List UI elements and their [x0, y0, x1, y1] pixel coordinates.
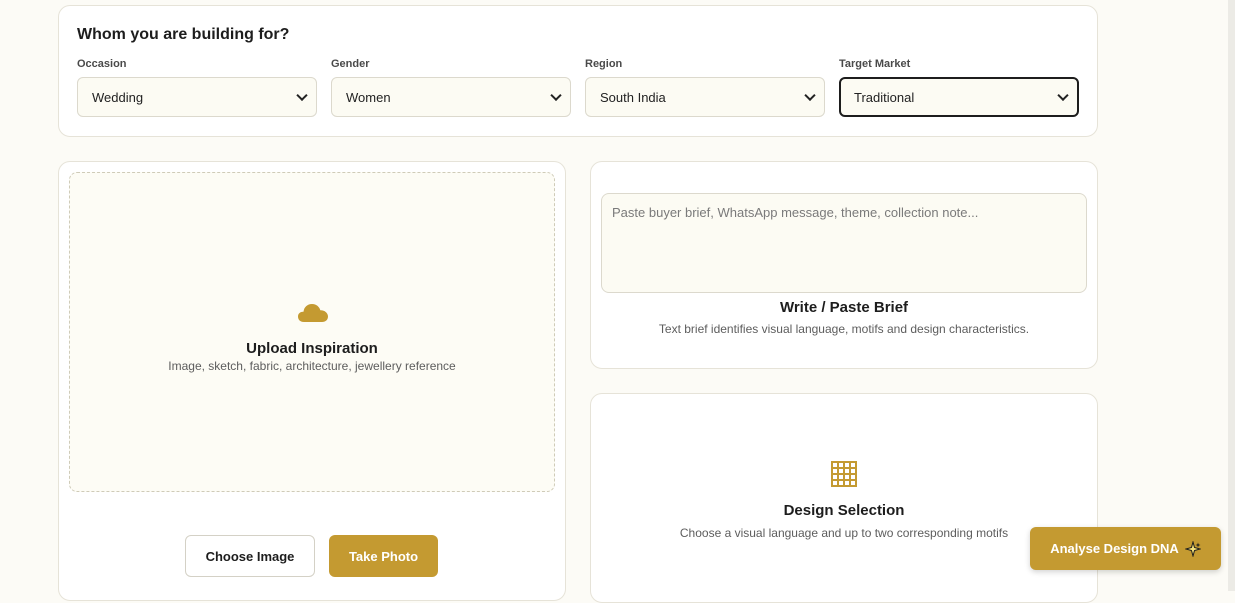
filter-title: Whom you are building for? [77, 26, 290, 43]
grid-icon [831, 461, 857, 487]
upload-title: Upload Inspiration [246, 340, 378, 357]
upload-dropzone[interactable]: Upload Inspiration Image, sketch, fabric… [69, 172, 555, 492]
brief-textarea[interactable]: Paste buyer brief, WhatsApp message, the… [601, 193, 1087, 293]
region-field: Region South India [585, 58, 825, 117]
take-photo-button[interactable]: Take Photo [329, 535, 438, 577]
gender-value: Women [346, 89, 391, 105]
region-label: Region [585, 58, 623, 70]
target-market-field: Target Market Traditional [839, 58, 1079, 117]
choose-image-button[interactable]: Choose Image [185, 535, 315, 577]
occasion-select[interactable]: Wedding [77, 77, 317, 117]
chevron-down-icon [296, 89, 308, 102]
occasion-value: Wedding [92, 89, 144, 105]
occasion-label: Occasion [77, 58, 127, 70]
brief-title: Write / Paste Brief [779, 299, 909, 316]
design-subtitle: Choose a visual language and up to two c… [679, 526, 1009, 540]
region-value: South India [600, 89, 666, 105]
upload-subtitle: Image, sketch, fabric, architecture, jew… [168, 359, 456, 373]
target-market-select[interactable]: Traditional [839, 77, 1079, 117]
target-market-value: Traditional [854, 89, 915, 105]
audience-filter-card: Whom you are building for? Occasion Wedd… [58, 5, 1098, 137]
cta-label: Analyse Design DNA [1050, 541, 1179, 556]
brief-card: Paste buyer brief, WhatsApp message, the… [590, 161, 1098, 369]
upload-card: Upload Inspiration Image, sketch, fabric… [58, 161, 566, 601]
gender-select[interactable]: Women [331, 77, 571, 117]
chevron-down-icon [550, 89, 562, 102]
target-market-label: Target Market [839, 58, 911, 70]
design-selection-card[interactable]: Design Selection Choose a visual languag… [590, 393, 1098, 603]
design-title: Design Selection [783, 502, 905, 519]
chevron-down-icon [1057, 89, 1069, 102]
gender-field: Gender Women [331, 58, 571, 117]
analyse-design-dna-button[interactable]: Analyse Design DNA [1030, 527, 1221, 570]
sparkle-icon [1184, 540, 1201, 557]
region-select[interactable]: South India [585, 77, 825, 117]
occasion-field: Occasion Wedding [77, 58, 317, 117]
brief-subtitle: Text brief identifies visual language, m… [658, 322, 1030, 336]
chevron-down-icon [804, 89, 816, 102]
page-scrollbar[interactable] [1228, 0, 1235, 591]
cloud-icon [298, 304, 328, 322]
gender-label: Gender [331, 58, 370, 70]
